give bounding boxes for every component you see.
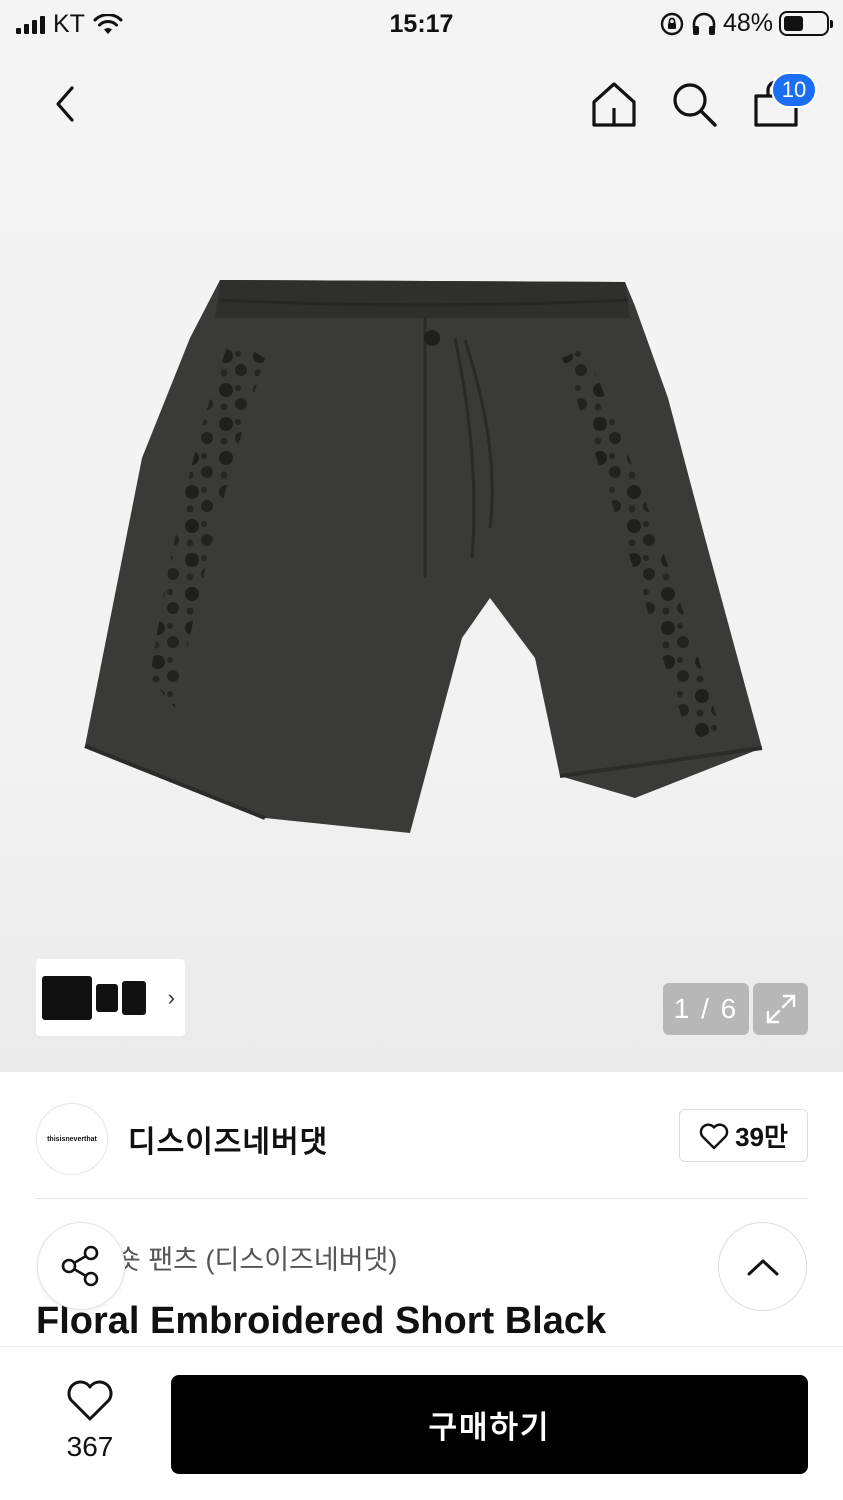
thumbnail-side[interactable] [96, 983, 118, 1012]
thumbnail-front[interactable] [42, 975, 92, 1020]
wish-button[interactable]: 367 [50, 1380, 130, 1463]
home-icon[interactable] [588, 78, 640, 130]
chevron-up-icon [747, 1259, 778, 1275]
battery-percent: 48% [722, 9, 773, 37]
thumbnail-strip[interactable]: › [36, 959, 185, 1036]
brand-name[interactable]: 디스이즈네버댓 [128, 1117, 328, 1161]
orientation-lock-icon [660, 12, 684, 35]
back-icon[interactable] [40, 78, 92, 130]
product-image-area[interactable]: KT 15:17 48% 10 › 1 / 6 [0, 0, 843, 1072]
brand-logo[interactable]: thisisneverthat [36, 1103, 108, 1175]
share-icon [61, 1245, 99, 1287]
cart-count-badge: 10 [771, 72, 817, 108]
status-bar: KT 15:17 48% [0, 0, 843, 48]
product-english-name: Floral Embroidered Short Black [36, 1300, 607, 1342]
divider [36, 1198, 808, 1199]
chevron-right-icon[interactable]: › [168, 985, 175, 1011]
expand-icon[interactable] [753, 983, 808, 1035]
heart-icon [67, 1380, 113, 1421]
battery-icon [779, 11, 833, 36]
brand-like-button[interactable]: 39만 [679, 1109, 808, 1162]
headphones-icon [692, 12, 716, 35]
search-icon[interactable] [668, 78, 720, 130]
thumbnail-back[interactable] [122, 980, 146, 1015]
wish-count: 367 [66, 1431, 114, 1462]
share-button[interactable] [37, 1222, 125, 1310]
product-image[interactable] [80, 278, 766, 838]
heart-icon [699, 1123, 729, 1149]
scroll-top-button[interactable] [718, 1222, 807, 1311]
brand-like-count: 39만 [735, 1122, 788, 1152]
buy-button[interactable]: 구매하기 [171, 1375, 808, 1474]
image-counter: 1 / 6 [663, 983, 749, 1035]
